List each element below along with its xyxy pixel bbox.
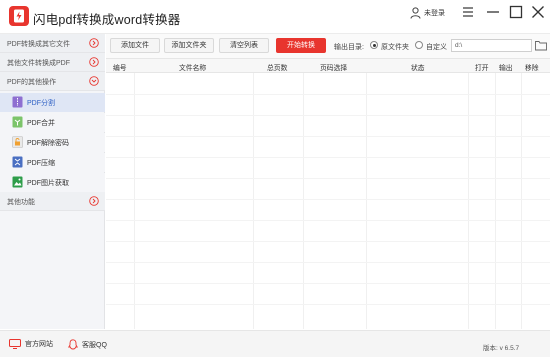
output-dir-label: 输出目录: <box>334 44 364 51</box>
maximize-icon <box>509 5 523 19</box>
column-divider <box>495 73 496 329</box>
folder-icon[interactable] <box>535 40 547 51</box>
sidebar: PDF转换成其它文件 其他文件转换成PDF PDF的其他操作 PDF分割 PDF… <box>0 34 105 329</box>
sidebar-item-pdf-unlock[interactable]: PDF解除密码 <box>0 133 105 152</box>
column-divider <box>366 73 367 329</box>
version-label: 版本: v 6.5.7 <box>483 345 520 352</box>
minimize-icon <box>487 11 499 13</box>
sidebar-category-other-to-pdf[interactable]: 其他文件转换成PDF <box>0 53 105 72</box>
chevron-right-icon <box>89 196 99 206</box>
row-divider <box>106 178 550 179</box>
row-divider <box>106 199 550 200</box>
radio-custom-folder-label: 自定义 <box>426 44 447 51</box>
official-website-label: 官方网站 <box>25 341 53 348</box>
row-divider <box>106 157 550 158</box>
sidebar-item-pdf-split[interactable]: PDF分割 <box>0 93 105 112</box>
chevron-down-icon <box>89 76 99 86</box>
row-divider <box>106 283 550 284</box>
sidebar-category-pdf-other-ops[interactable]: PDF的其他操作 <box>0 72 105 91</box>
maximize-button[interactable] <box>507 3 525 21</box>
table-header: 编号 文件名称 总页数 页码选择 状态 打开 输出 移除 <box>106 58 550 73</box>
clear-list-button[interactable]: 清空列表 <box>219 38 269 53</box>
column-header-page-selection: 页码选择 <box>320 65 348 72</box>
file-table: 编号 文件名称 总页数 页码选择 状态 打开 输出 移除 <box>106 58 550 329</box>
column-header-number: 编号 <box>113 65 127 72</box>
user-login-label: 未登录 <box>424 10 445 17</box>
column-header-open: 打开 <box>475 65 489 72</box>
sidebar-category-label: PDF的其他操作 <box>7 79 56 86</box>
customer-service-qq-label: 客服QQ <box>82 341 107 349</box>
sidebar-category-label: PDF转换成其它文件 <box>7 41 70 48</box>
website-icon <box>9 339 21 349</box>
pdf-merge-icon <box>12 116 23 128</box>
pdf-split-icon <box>12 96 23 108</box>
app-title: 闪电pdf转换成word转换器 <box>33 13 181 27</box>
column-header-output: 输出 <box>499 65 513 72</box>
title-bar: 闪电pdf转换成word转换器 未登录 <box>0 0 550 34</box>
row-divider <box>106 220 550 221</box>
close-icon <box>532 6 544 18</box>
sidebar-item-label: PDF解除密码 <box>27 140 69 147</box>
user-icon <box>410 7 421 19</box>
app-logo-icon <box>9 6 29 26</box>
radio-original-folder[interactable] <box>370 41 378 49</box>
sidebar-item-label: PDF图片获取 <box>27 180 69 187</box>
column-divider <box>134 73 135 329</box>
row-divider <box>106 94 550 95</box>
column-header-filename: 文件名称 <box>179 65 207 72</box>
sidebar-item-label: PDF压缩 <box>27 160 55 167</box>
official-website-link[interactable]: 官方网站 <box>9 339 53 349</box>
output-path-input[interactable] <box>451 39 532 52</box>
sidebar-item-label: PDF合并 <box>27 120 55 127</box>
qq-icon <box>68 339 78 350</box>
column-divider <box>303 73 304 329</box>
sidebar-item-pdf-merge[interactable]: PDF合并 <box>0 113 105 132</box>
close-button[interactable] <box>529 3 547 21</box>
row-divider <box>106 304 550 305</box>
column-divider <box>521 73 522 329</box>
menu-button[interactable] <box>459 3 477 21</box>
sidebar-category-label: 其他文件转换成PDF <box>7 60 70 67</box>
start-convert-button[interactable]: 开始转换 <box>276 38 326 53</box>
radio-original-folder-label: 原文件夹 <box>381 44 409 51</box>
pdf-unlock-icon <box>12 136 23 148</box>
sidebar-item-label: PDF分割 <box>27 100 55 107</box>
sidebar-item-pdf-compress[interactable]: PDF压缩 <box>0 153 105 172</box>
chevron-right-icon <box>89 38 99 48</box>
column-header-total-pages: 总页数 <box>267 65 288 72</box>
sidebar-category-pdf-to-other[interactable]: PDF转换成其它文件 <box>0 34 105 53</box>
column-header-status: 状态 <box>411 65 425 72</box>
row-divider <box>106 262 550 263</box>
row-divider <box>106 241 550 242</box>
customer-service-qq-link[interactable]: 客服QQ <box>68 339 107 350</box>
pdf-compress-icon <box>12 156 23 168</box>
column-divider <box>468 73 469 329</box>
column-divider <box>253 73 254 329</box>
row-divider <box>106 136 550 137</box>
radio-custom-folder[interactable] <box>415 41 423 49</box>
footer: 官方网站 客服QQ 版本: v 6.5.7 <box>0 330 550 357</box>
add-folder-button[interactable]: 添加文件夹 <box>164 38 214 53</box>
row-divider <box>106 115 550 116</box>
sidebar-item-pdf-image-extract[interactable]: PDF图片获取 <box>0 173 105 192</box>
chevron-right-icon <box>89 57 99 67</box>
pdf-image-extract-icon <box>12 176 23 188</box>
column-header-remove: 移除 <box>525 65 539 72</box>
toolbar: 添加文件 添加文件夹 清空列表 开始转换 输出目录: 原文件夹 自定义 <box>106 34 550 58</box>
hamburger-menu-icon <box>463 7 473 17</box>
user-login[interactable]: 未登录 <box>410 6 445 20</box>
sidebar-category-label: 其他功能 <box>7 199 35 206</box>
minimize-button[interactable] <box>484 3 502 21</box>
sidebar-category-other-functions[interactable]: 其他功能 <box>0 192 105 211</box>
add-file-button[interactable]: 添加文件 <box>110 38 160 53</box>
